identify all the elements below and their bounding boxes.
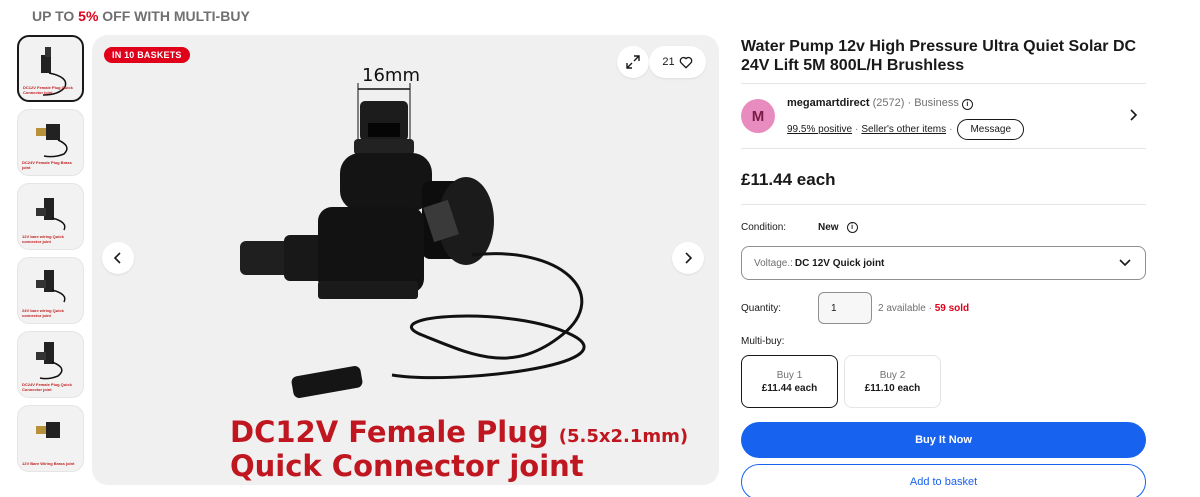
caption-dimension: (5.5x2.1mm)	[558, 426, 689, 447]
message-seller-button[interactable]: Message	[957, 119, 1025, 140]
thumbnail-2[interactable]: DC24V Female Plug Brass joint	[17, 109, 84, 176]
multibuy-option-buy1[interactable]: Buy 1 £11.44 each	[741, 355, 838, 408]
promo-suffix: OFF WITH MULTI-BUY	[98, 8, 250, 24]
seller-avatar[interactable]: M	[741, 99, 775, 133]
thumbnail-1[interactable]: DC12V Female Plug Quick Connector joint	[17, 35, 84, 102]
seller-links: 99.5% positive · Seller's other items · …	[787, 119, 1025, 140]
quantity-available: 2 available ·	[878, 302, 932, 314]
multibuy-option-title: Buy 2	[879, 369, 906, 381]
divider	[741, 204, 1146, 205]
thumbnail-caption: 12V Bare Wiring Brass joint	[22, 461, 75, 466]
thumbnail-strip: DC12V Female Plug Quick Connector joint …	[17, 35, 86, 485]
condition-info-icon[interactable]: i	[846, 222, 858, 233]
seller-other-items-link[interactable]: Seller's other items	[861, 124, 946, 135]
chevron-left-icon	[113, 252, 121, 264]
seller-positive-link[interactable]: 99.5% positive	[787, 124, 852, 135]
in-baskets-badge: IN 10 BASKETS	[104, 47, 190, 63]
multibuy-label: Multi-buy:	[741, 336, 785, 347]
chevron-down-icon	[1119, 256, 1131, 271]
product-info-panel: Water Pump 12v High Pressure Ultra Quiet…	[741, 37, 1146, 497]
watchlist-button[interactable]: 21	[649, 46, 706, 78]
expand-image-button[interactable]	[617, 46, 649, 78]
dimension-label: 16mm	[362, 65, 420, 86]
multibuy-option-title: Buy 1	[776, 369, 803, 381]
chevron-right-icon	[685, 252, 693, 264]
multibuy-option-price: £11.10 each	[864, 382, 921, 394]
seller-card[interactable]: M megamartdirect (2572) · Business i 99.…	[741, 84, 1146, 148]
seller-type: · Business	[907, 97, 959, 109]
separator-dot: ·	[855, 124, 859, 135]
promo-prefix: UP TO	[32, 8, 79, 24]
voltage-select-value: DC 12V Quick joint	[794, 257, 885, 269]
multibuy-promo-banner: UP TO 5% OFF WITH MULTI-BUY	[32, 8, 250, 24]
expand-icon	[626, 55, 640, 69]
product-title: Water Pump 12v High Pressure Ultra Quiet…	[741, 38, 1137, 74]
quantity-input[interactable]: 1	[818, 292, 872, 324]
voltage-select[interactable]: Voltage.: DC 12V Quick joint	[741, 246, 1146, 280]
image-caption-line2: Quick Connector joint	[230, 449, 584, 483]
heart-icon	[679, 56, 692, 68]
info-icon[interactable]: i	[961, 99, 973, 110]
thumbnail-6[interactable]: 12V Bare Wiring Brass joint	[17, 405, 84, 472]
condition-row: Condition: New i	[741, 222, 1146, 233]
seller-name[interactable]: megamartdirect	[787, 97, 870, 109]
add-to-basket-button[interactable]: Add to basket	[741, 464, 1146, 497]
thumbnail-3[interactable]: 12V bare wiring Quick connector joint	[17, 183, 84, 250]
next-image-button[interactable]	[672, 242, 704, 274]
seller-feedback-count: (2572)	[872, 97, 905, 109]
seller-name-row: megamartdirect (2572) · Business i	[787, 97, 973, 110]
seller-chevron-right-icon[interactable]	[1128, 108, 1138, 126]
image-caption-line1: DC12V Female Plug (5.5x2.1mm)	[230, 415, 688, 449]
quantity-label: Quantity:	[741, 302, 782, 314]
thumbnail-4[interactable]: 24V bare wiring Quick connector joint	[17, 257, 84, 324]
voltage-select-label: Voltage.:	[754, 257, 793, 269]
quantity-sold: 59 sold	[934, 302, 970, 314]
previous-image-button[interactable]	[102, 242, 134, 274]
multibuy-options: Buy 1 £11.44 each Buy 2 £11.10 each	[741, 355, 1146, 408]
product-price: £11.44 each	[741, 170, 836, 189]
watch-count: 21	[662, 56, 675, 68]
thumbnail-5[interactable]: DC24V Female Plug Quick Connector joint	[17, 331, 84, 398]
thumbnail-caption: DC24V Female Plug Brass joint	[22, 160, 72, 170]
multibuy-option-buy2[interactable]: Buy 2 £11.10 each	[844, 355, 941, 408]
condition-label: Condition:	[741, 222, 787, 233]
thumbnail-caption: DC12V Female Plug Quick Connector joint	[23, 85, 73, 95]
caption-main: DC12V Female Plug	[230, 415, 559, 449]
thumbnail-caption: 24V bare wiring Quick connector joint	[22, 308, 64, 318]
multibuy-option-price: £11.44 each	[761, 382, 818, 394]
thumbnail-caption: 12V bare wiring Quick connector joint	[22, 234, 64, 244]
quantity-row: Quantity: 1 2 available · 59 sold	[741, 292, 1146, 324]
condition-value: New	[818, 222, 839, 233]
buy-it-now-button[interactable]: Buy It Now	[741, 422, 1146, 458]
thumbnail-caption: DC24V Female Plug Quick Connector joint	[22, 382, 72, 392]
main-product-image[interactable]: 16mm DC12V Female Plug (5.5x2.1mm) Quick…	[92, 35, 719, 485]
promo-percent: 5%	[78, 8, 99, 24]
separator-dot: ·	[949, 124, 953, 135]
